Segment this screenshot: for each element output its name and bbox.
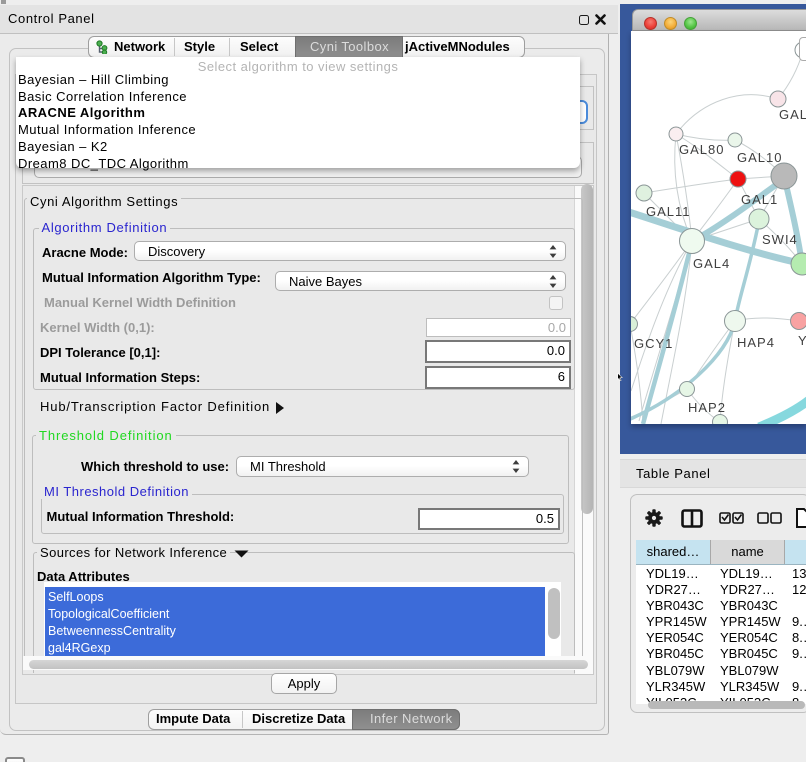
- svg-text:GAL4: GAL4: [693, 256, 730, 271]
- svg-text:GCY1: GCY1: [634, 336, 673, 351]
- svg-text:GAL11: GAL11: [646, 204, 691, 219]
- svg-text:HAP4: HAP4: [737, 335, 775, 350]
- svg-text:GAL10: GAL10: [737, 150, 782, 165]
- svg-text:YJ: YJ: [798, 333, 806, 348]
- svg-text:SWI4: SWI4: [762, 232, 798, 247]
- svg-text:GAL1: GAL1: [741, 192, 778, 207]
- svg-text:GAL7: GAL7: [779, 107, 806, 122]
- svg-text:HAP2: HAP2: [688, 400, 726, 415]
- svg-text:GAL80: GAL80: [679, 142, 724, 157]
